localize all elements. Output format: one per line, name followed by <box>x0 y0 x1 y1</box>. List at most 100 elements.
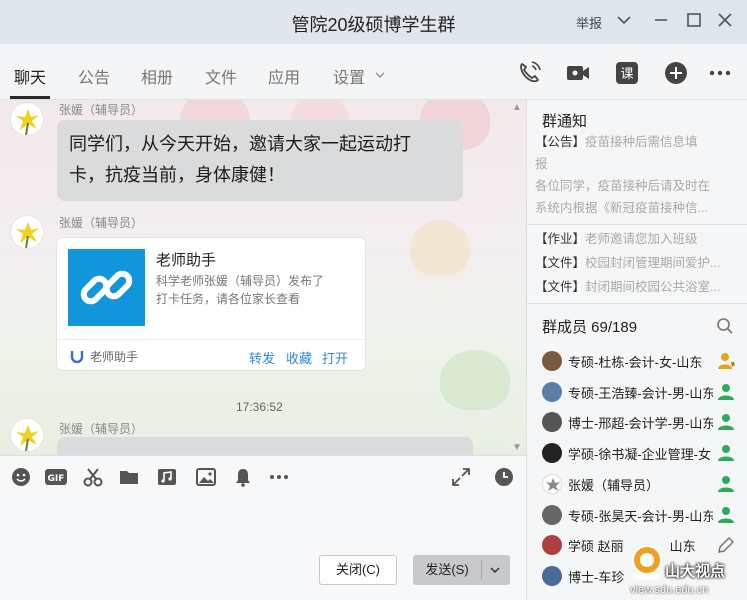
member-name: 博士-邢超-会计学-男-山东 <box>568 416 713 431</box>
notice-tag: 【公告】 <box>535 135 586 149</box>
message-sender: 张媛（辅导员） <box>59 103 144 117</box>
chevron-down-icon[interactable] <box>487 562 503 578</box>
member-item[interactable]: 专硕-王浩臻-会计-男-山东 <box>527 377 747 407</box>
avatar <box>542 535 562 555</box>
notice-text: 老师邀请您加入班级 <box>585 232 698 246</box>
divider <box>527 224 747 225</box>
member-name: 张媛（辅导员） <box>568 478 660 493</box>
gif-icon[interactable]: GIF <box>44 466 68 488</box>
notice-text: 封闭期间校园公共浴室... <box>585 280 721 294</box>
member-name: 学硕-徐书凝-企业管理-女 <box>568 447 711 462</box>
avatar <box>542 382 562 402</box>
notice-item[interactable]: 【文件】封闭期间校园公共浴室... <box>535 276 745 298</box>
card-app-name: 老师助手 <box>90 350 139 364</box>
more-icon[interactable] <box>268 466 290 488</box>
member-count[interactable]: 群成员 69/189 <box>542 316 637 337</box>
favorite-link[interactable]: 收藏 <box>286 348 312 367</box>
member-name: 专硕-王浩臻-会计-男-山东 <box>568 386 713 401</box>
avatar <box>542 474 562 494</box>
divider <box>57 339 365 340</box>
member-item[interactable]: 专硕-杜栋-会计-女-山东 <box>527 346 747 376</box>
member-name-text: 学硕 赵丽 <box>568 539 624 554</box>
tab-album[interactable]: 相册 <box>141 64 173 88</box>
title-bar: 管院20级硕博学生群 举报 <box>0 0 747 44</box>
member-name: 专硕-张昊天-会计-男-山东 <box>568 509 713 524</box>
app-card[interactable]: 老师助手 科学老师张媛（辅导员）发布了 打卡任务，请各位家长查看 老师助手 转发… <box>56 237 366 371</box>
avatar[interactable] <box>10 418 44 452</box>
class-icon[interactable]: 课 <box>614 60 640 86</box>
watermark-text: 山大视点 <box>665 563 726 580</box>
video-call-icon[interactable] <box>565 60 591 86</box>
chevron-down-icon[interactable] <box>614 10 634 30</box>
card-description-line: 科学老师张媛（辅导员）发布了 <box>156 274 325 288</box>
tab-chat[interactable]: 聊天 <box>14 64 46 88</box>
tab-files[interactable]: 文件 <box>205 64 237 88</box>
avatar <box>542 412 562 432</box>
clock-icon[interactable] <box>493 466 515 488</box>
screenshot-icon[interactable] <box>82 466 104 488</box>
notice-text: 报 <box>535 157 548 171</box>
window-title: 管院20级硕博学生群 <box>291 15 456 35</box>
notice-text: 校园封闭管理期间爱护... <box>585 256 721 270</box>
maximize-icon[interactable] <box>684 10 704 30</box>
tab-settings[interactable]: 设置 <box>333 64 365 88</box>
search-icon[interactable] <box>716 317 734 335</box>
svg-text:课: 课 <box>620 67 633 82</box>
message-bubble <box>57 437 473 455</box>
member-item[interactable]: 张媛（辅导员） <box>527 469 747 499</box>
notice-announcement[interactable]: 【公告】疫苗接种后需信息填 <box>535 131 745 153</box>
close-icon[interactable] <box>715 10 735 30</box>
notice-item[interactable]: 【作业】老师邀请您加入班级 <box>535 228 745 250</box>
forward-link[interactable]: 转发 <box>249 348 275 367</box>
member-item[interactable]: 学硕-徐书凝-企业管理-女 <box>527 438 747 468</box>
message-input-area[interactable]: GIF 关闭(C) 发送(S) <box>0 455 526 600</box>
card-title: 老师助手 <box>156 252 217 269</box>
member-icon <box>718 445 734 461</box>
avatar <box>542 443 562 463</box>
card-description-line: 打卡任务，请各位家长查看 <box>156 292 301 306</box>
add-icon[interactable] <box>663 60 689 86</box>
music-icon[interactable] <box>156 466 178 488</box>
emoji-icon[interactable] <box>10 466 32 488</box>
voice-call-icon[interactable] <box>516 60 542 86</box>
notice-text: 疫苗接种后需信息填 <box>585 135 698 149</box>
member-item[interactable]: 博士-邢超-会计学-男-山东 <box>527 407 747 437</box>
link-icon <box>80 270 133 305</box>
member-item[interactable]: 专硕-张昊天-会计-男-山东 <box>527 500 747 530</box>
message-bubble: 同学们，从今天开始，邀请大家一起运动打 卡，抗疫当前，身体康健！ <box>57 120 463 201</box>
report-button[interactable]: 举报 <box>576 13 602 32</box>
notice-item[interactable]: 【文件】校园封闭管理期间爱护... <box>535 252 745 274</box>
message-sender: 张媛（辅导员） <box>59 422 144 436</box>
send-button-label: 发送(S) <box>425 562 469 577</box>
open-link[interactable]: 打开 <box>322 348 348 367</box>
avatar[interactable] <box>10 102 44 136</box>
expand-icon[interactable] <box>450 466 472 488</box>
send-button[interactable]: 发送(S) <box>413 555 510 585</box>
minimize-icon[interactable] <box>651 10 671 30</box>
scroll-up-icon[interactable]: ▲ <box>512 102 522 113</box>
notice-text: 系统内根据《新冠疫苗接种信... <box>535 201 708 215</box>
svg-text:GIF: GIF <box>48 474 65 484</box>
avatar <box>542 566 562 586</box>
group-notice-title[interactable]: 群通知 <box>542 110 587 131</box>
message-text: 卡，抗疫当前，身体康健！ <box>69 165 285 185</box>
tab-announcements[interactable]: 公告 <box>78 64 110 88</box>
chat-history[interactable]: ▲ 张媛（辅导员） 同学们，从今天开始，邀请大家一起运动打 卡，抗疫当前，身体康… <box>0 100 526 455</box>
image-icon[interactable] <box>195 466 217 488</box>
close-button[interactable]: 关闭(C) <box>319 555 397 585</box>
message-timestamp: 17:36:52 <box>236 400 283 414</box>
avatar <box>542 351 562 371</box>
member-icon <box>718 384 734 400</box>
scroll-down-icon[interactable]: ▼ <box>512 442 522 453</box>
notice-tag: 【文件】 <box>535 280 586 294</box>
bell-icon[interactable] <box>232 466 254 488</box>
divider <box>527 303 747 304</box>
more-icon[interactable] <box>707 60 733 86</box>
tab-apps[interactable]: 应用 <box>268 64 300 88</box>
member-name: 专硕-杜栋-会计-女-山东 <box>568 355 703 370</box>
chevron-down-icon[interactable] <box>374 69 386 81</box>
avatar[interactable] <box>10 215 44 249</box>
folder-icon[interactable] <box>118 466 140 488</box>
group-admin-icon <box>718 353 735 369</box>
background-decoration <box>410 220 470 275</box>
